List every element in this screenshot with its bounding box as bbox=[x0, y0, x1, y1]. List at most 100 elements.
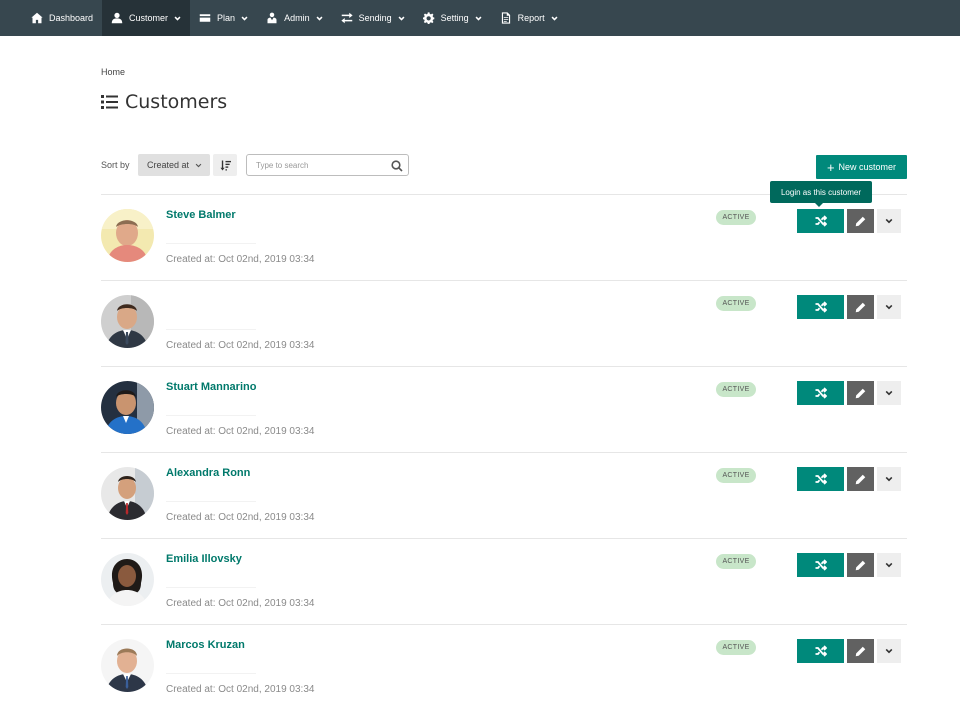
customer-row: Created at: Oct 02nd, 2019 03:34 ACTIVE bbox=[101, 280, 907, 366]
top-navbar: Dashboard Customer Plan Admin Sending Se… bbox=[0, 0, 960, 36]
chevron-down-icon bbox=[398, 15, 405, 22]
nav-label: Setting bbox=[440, 13, 469, 23]
nav-label: Report bbox=[517, 13, 545, 23]
new-customer-button[interactable]: + New customer bbox=[816, 155, 907, 179]
created-at: Created at: Oct 02nd, 2019 03:34 bbox=[166, 340, 315, 351]
chevron-down-icon bbox=[551, 15, 558, 22]
status-badge: ACTIVE bbox=[716, 296, 756, 311]
chevron-down-icon bbox=[885, 217, 893, 225]
search-input[interactable] bbox=[247, 155, 387, 175]
nav-customer[interactable]: Customer bbox=[102, 0, 191, 36]
customer-list: Steve Balmer Created at: Oct 02nd, 2019 … bbox=[101, 194, 907, 710]
random-icon bbox=[815, 301, 827, 313]
status-badge: ACTIVE bbox=[716, 210, 756, 225]
admin-user-icon bbox=[266, 12, 278, 24]
nav-label: Customer bbox=[129, 13, 169, 23]
file-icon bbox=[500, 12, 512, 24]
customer-row: Emilia Illovsky Created at: Oct 02nd, 20… bbox=[101, 538, 907, 624]
edit-button[interactable] bbox=[847, 467, 874, 491]
customer-name[interactable]: Alexandra Ronn bbox=[166, 467, 250, 479]
sort-label: Sort by bbox=[101, 160, 130, 170]
nav-admin[interactable]: Admin bbox=[257, 0, 332, 36]
more-actions-button[interactable] bbox=[877, 639, 901, 663]
edit-button[interactable] bbox=[847, 639, 874, 663]
customer-row: Stuart Mannarino Created at: Oct 02nd, 2… bbox=[101, 366, 907, 452]
email-line bbox=[166, 415, 256, 416]
more-actions-button[interactable] bbox=[877, 467, 901, 491]
created-at: Created at: Oct 02nd, 2019 03:34 bbox=[166, 598, 315, 609]
login-as-customer-button[interactable] bbox=[797, 639, 844, 663]
pencil-icon bbox=[855, 302, 866, 313]
customer-row: Steve Balmer Created at: Oct 02nd, 2019 … bbox=[101, 194, 907, 280]
login-as-customer-button[interactable] bbox=[797, 467, 844, 491]
nav-dashboard[interactable]: Dashboard bbox=[22, 0, 102, 36]
pencil-icon bbox=[855, 474, 866, 485]
more-actions-button[interactable] bbox=[877, 295, 901, 319]
page-title: Customers bbox=[101, 91, 227, 113]
chevron-down-icon bbox=[885, 475, 893, 483]
nav-setting[interactable]: Setting bbox=[414, 0, 491, 36]
page-title-text: Customers bbox=[125, 91, 228, 113]
chevron-down-icon bbox=[241, 15, 248, 22]
login-as-customer-button[interactable] bbox=[797, 209, 844, 233]
random-icon bbox=[815, 559, 827, 571]
breadcrumb[interactable]: Home bbox=[101, 67, 125, 77]
created-at: Created at: Oct 02nd, 2019 03:34 bbox=[166, 254, 315, 265]
login-as-customer-button[interactable] bbox=[797, 295, 844, 319]
sort-select-value: Created at bbox=[147, 160, 190, 170]
chevron-down-icon bbox=[885, 647, 893, 655]
avatar bbox=[101, 467, 154, 520]
pencil-icon bbox=[855, 646, 866, 657]
home-icon bbox=[31, 12, 43, 24]
sort-direction-button[interactable] bbox=[213, 154, 237, 176]
customer-row: Alexandra Ronn Created at: Oct 02nd, 201… bbox=[101, 452, 907, 538]
avatar bbox=[101, 553, 154, 606]
email-line bbox=[166, 329, 256, 330]
login-as-customer-button[interactable] bbox=[797, 553, 844, 577]
created-at: Created at: Oct 02nd, 2019 03:34 bbox=[166, 426, 315, 437]
pencil-icon bbox=[855, 216, 866, 227]
email-line bbox=[166, 587, 256, 588]
random-icon bbox=[815, 473, 827, 485]
more-actions-button[interactable] bbox=[877, 381, 901, 405]
gear-icon bbox=[422, 12, 435, 24]
plus-icon: + bbox=[826, 159, 835, 175]
edit-button[interactable] bbox=[847, 381, 874, 405]
edit-button[interactable] bbox=[847, 553, 874, 577]
avatar bbox=[101, 639, 154, 692]
sort-amount-down-icon bbox=[219, 159, 231, 171]
customer-name[interactable]: Marcos Kruzan bbox=[166, 639, 245, 651]
search-icon[interactable] bbox=[391, 159, 403, 172]
nav-label: Sending bbox=[358, 13, 392, 23]
edit-button[interactable] bbox=[847, 209, 874, 233]
pencil-icon bbox=[855, 388, 866, 399]
status-badge: ACTIVE bbox=[716, 640, 756, 655]
credit-card-icon bbox=[199, 12, 211, 24]
nav-report[interactable]: Report bbox=[491, 0, 567, 36]
nav-label: Dashboard bbox=[49, 13, 94, 23]
customer-name[interactable]: Emilia Illovsky bbox=[166, 553, 242, 565]
list-icon bbox=[101, 94, 118, 110]
customer-name[interactable]: Steve Balmer bbox=[166, 209, 236, 221]
sort-select[interactable]: Created at bbox=[138, 154, 210, 176]
more-actions-button[interactable] bbox=[877, 553, 901, 577]
nav-label: Plan bbox=[217, 13, 236, 23]
random-icon bbox=[815, 215, 827, 227]
chevron-down-icon bbox=[885, 561, 893, 569]
avatar bbox=[101, 209, 154, 262]
status-badge: ACTIVE bbox=[716, 382, 756, 397]
random-icon bbox=[815, 387, 827, 399]
chevron-down-icon bbox=[475, 15, 482, 22]
nav-label: Admin bbox=[284, 13, 310, 23]
login-as-customer-button[interactable] bbox=[797, 381, 844, 405]
more-actions-button[interactable] bbox=[877, 209, 901, 233]
avatar bbox=[101, 381, 154, 434]
customer-name[interactable]: Stuart Mannarino bbox=[166, 381, 256, 393]
edit-button[interactable] bbox=[847, 295, 874, 319]
nav-plan[interactable]: Plan bbox=[190, 0, 257, 36]
avatar bbox=[101, 295, 154, 348]
email-line bbox=[166, 673, 256, 674]
customer-row: Marcos Kruzan Created at: Oct 02nd, 2019… bbox=[101, 624, 907, 710]
chevron-down-icon bbox=[316, 15, 323, 22]
nav-sending[interactable]: Sending bbox=[332, 0, 414, 36]
